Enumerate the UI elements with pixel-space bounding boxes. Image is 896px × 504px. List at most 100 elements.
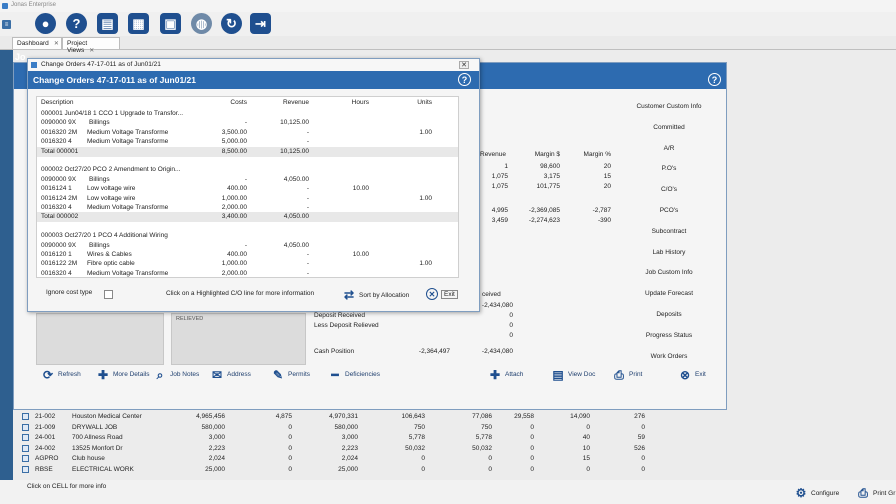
side-menu-item[interactable]: Update Forecast: [614, 290, 724, 297]
address-button[interactable]: ✉ Address: [210, 368, 251, 382]
configure-button[interactable]: ⚙ Configure: [794, 486, 840, 500]
change-orders-table: Description Costs Revenue Hours Units 00…: [36, 96, 459, 278]
close-circle-icon: ✕: [426, 288, 438, 300]
grid-cell: DRYWALL JOB: [72, 423, 118, 431]
user-icon[interactable]: ●: [35, 13, 56, 34]
grid-cell: 2,223: [341, 444, 358, 452]
row-costs: 1,000.00: [221, 260, 247, 268]
app-title-bar: Jonas Enterprise: [0, 0, 896, 12]
grid-cell: 2,024: [208, 455, 225, 463]
print-grid-button[interactable]: ⎙ Print Gr: [856, 486, 895, 500]
help-icon[interactable]: ?: [708, 73, 721, 86]
grid-cell: 0: [421, 466, 425, 473]
row-costs: 1,000.00: [221, 194, 247, 202]
help-icon[interactable]: ?: [458, 73, 471, 86]
grid-cell: 580,000: [334, 423, 359, 431]
row-checkbox[interactable]: [22, 413, 29, 420]
close-icon[interactable]: ✕: [89, 48, 94, 54]
tab-dashboard[interactable]: Dashboard ✕: [12, 37, 62, 49]
row-revenue: -: [306, 260, 309, 268]
table-row[interactable]: 21-009 DRYWALL JOB 580,000 0 580,000 750 750 0 0…: [20, 423, 650, 433]
grid-cell: 3,000: [208, 434, 225, 442]
side-menu-item[interactable]: PCO's: [614, 207, 724, 214]
row-checkbox[interactable]: [22, 455, 29, 463]
grid-cell: 0: [530, 455, 534, 463]
row-costs: 400.00: [227, 251, 247, 258]
margin-percent-value: 15: [603, 173, 611, 180]
left-nav-strip[interactable]: [0, 50, 13, 492]
side-menu-item[interactable]: Progress Status: [614, 332, 724, 339]
row-checkbox[interactable]: [22, 444, 29, 452]
dialog-exit-button[interactable]: ✕ Exit: [426, 288, 458, 300]
row-revenue: -: [306, 269, 309, 277]
globe-icon[interactable]: ◍: [191, 13, 212, 34]
row-checkbox[interactable]: [22, 466, 29, 473]
table-row[interactable]: RBSE ELECTRICAL WORK 25,000 0 25,000 0 0 0 0 0: [20, 465, 650, 475]
row-revenue: 10,125.00: [280, 119, 309, 127]
header-costs: Costs: [230, 99, 247, 106]
side-menu-item[interactable]: A/R: [614, 145, 724, 152]
cash-row-value-b: 0: [509, 322, 513, 329]
deficiencies-button[interactable]: ━ Deficiencies: [328, 368, 380, 382]
side-menu-item[interactable]: Lab History: [614, 249, 724, 256]
ignore-cost-type-label: Ignore cost type: [46, 289, 93, 296]
button-label: Permits: [288, 371, 311, 378]
row-checkbox[interactable]: [22, 423, 29, 431]
ignore-cost-type-checkbox[interactable]: [104, 290, 113, 299]
revenue-value: 1,075: [491, 173, 508, 180]
side-menu-item[interactable]: Subcontract: [614, 228, 724, 235]
documents-icon[interactable]: ▤: [97, 13, 118, 34]
help-icon[interactable]: ?: [66, 13, 87, 34]
side-menu-item[interactable]: Job Custom Info: [614, 269, 724, 276]
row-revenue: 4,050.00: [283, 241, 309, 249]
side-menu-item[interactable]: Work Orders: [614, 353, 724, 360]
grid-cell: 0: [288, 434, 292, 442]
side-menu-item[interactable]: C/O's: [614, 186, 724, 193]
table-row[interactable]: 1,075 3,175 15: [480, 173, 620, 183]
print-button[interactable]: ⎙ Print: [612, 368, 642, 382]
row-description: 0090000 9X: [41, 241, 77, 249]
dialog-close-icon[interactable]: ✕: [459, 61, 469, 69]
refresh-settings-icon[interactable]: ↻: [221, 13, 242, 34]
margin-percent-value: -390: [597, 217, 611, 224]
table-row[interactable]: 1 98,600 20: [480, 163, 620, 173]
relieved-label: RELIEVED: [176, 316, 204, 322]
job-notes-button[interactable]: ⌕ Job Notes: [153, 368, 200, 382]
sort-by-allocation-button[interactable]: ⇄ Sort by Allocation: [342, 288, 409, 302]
row-checkbox[interactable]: [22, 434, 29, 442]
side-menu-item[interactable]: Customer Custom Info: [614, 103, 724, 110]
cash-row-label: Less Deposit Relieved: [314, 322, 379, 329]
close-icon[interactable]: ✕: [54, 41, 59, 47]
table-row[interactable]: 21-002 Houston Medical Center 4,965,456 4,8…: [20, 412, 650, 422]
permits-button[interactable]: ✎ Permits: [271, 368, 310, 382]
button-label: View Doc: [568, 371, 596, 378]
table-row[interactable]: 4,995 -2,369,085 -2,787: [480, 207, 620, 217]
table-row[interactable]: AGPRO Club house 2,024 0 2,024 0 0 0 15 0: [20, 454, 650, 464]
table-row[interactable]: 0016320 4 Medium Voltage Transforme 2,000.…: [37, 269, 458, 277]
printer-icon: ⎙: [614, 367, 624, 382]
calculator-icon[interactable]: ▦: [128, 13, 149, 34]
table-row[interactable]: 3,459 -2,274,623 -390: [480, 217, 620, 227]
button-label: Deficiencies: [345, 371, 381, 378]
side-menu-item[interactable]: P.O's: [614, 165, 724, 172]
exit-button[interactable]: ⊗ Exit: [678, 368, 706, 382]
tab-project-views[interactable]: Project Views ✕: [62, 37, 120, 54]
table-row[interactable]: 1,075 101,775 20: [480, 183, 620, 193]
attach-button[interactable]: ✚ Attach: [488, 368, 523, 382]
menu-toggle-icon[interactable]: ≡: [2, 20, 11, 29]
dialog-header: Change Orders 47-17-011 as of Jun01/21: [28, 71, 479, 89]
view-doc-button[interactable]: ▤ View Doc: [551, 368, 595, 382]
side-menu-item[interactable]: Deposits: [614, 311, 724, 318]
refresh-button[interactable]: ⟳ Refresh: [41, 368, 81, 382]
button-label: Print: [629, 371, 643, 378]
table-row[interactable]: 24-002 13525 Monfort Dr 2,223 0 2,223 50,032 5…: [20, 444, 650, 454]
reports-icon[interactable]: ▣: [160, 13, 181, 34]
logout-icon[interactable]: ⇥: [250, 13, 271, 34]
grid-cell: 750: [414, 423, 425, 431]
side-menu-item[interactable]: Committed: [614, 124, 724, 131]
gear-icon: ⚙: [795, 486, 807, 500]
row-item-description: Low voltage wire: [87, 185, 136, 193]
grid-cell: 700 Allness Road: [72, 434, 123, 442]
table-row[interactable]: 24-001 700 Allness Road 3,000 0 3,000 5,778 5,…: [20, 433, 650, 443]
more-details-button[interactable]: ✚ More Details: [96, 368, 150, 382]
